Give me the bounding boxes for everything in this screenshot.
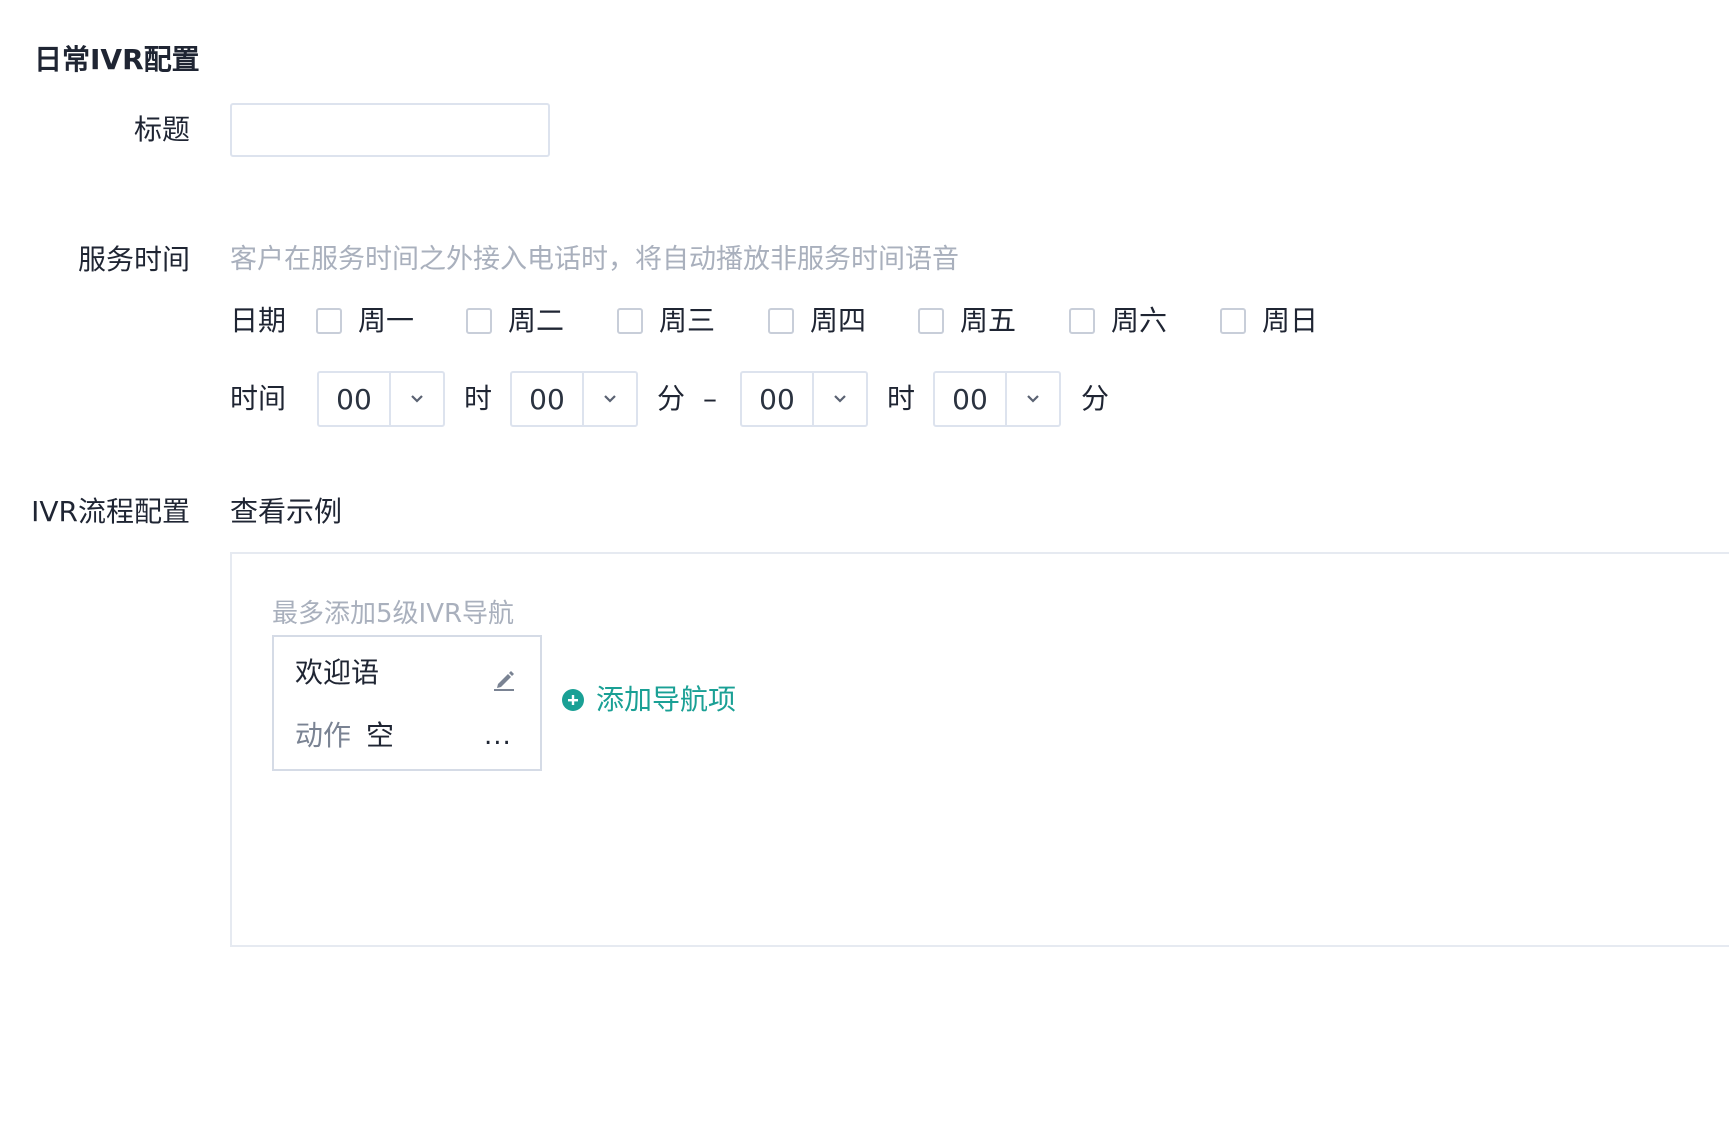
end-hour-select[interactable]: 00 xyxy=(740,371,868,427)
range-separator: – xyxy=(703,382,717,415)
service-time-hint: 客户在服务时间之外接入电话时，将自动播放非服务时间语音 xyxy=(230,244,959,275)
checkbox[interactable] xyxy=(768,308,794,334)
minute-unit: 分 xyxy=(657,382,686,415)
pencil-icon[interactable] xyxy=(490,665,518,693)
day-checkbox-sat[interactable]: 周六 xyxy=(1069,301,1167,341)
day-checkbox-fri[interactable]: 周五 xyxy=(918,301,1016,341)
section-title: 日常IVR配置 xyxy=(34,43,200,76)
view-example-link[interactable]: 查看示例 xyxy=(230,492,342,532)
chevron-down-icon[interactable] xyxy=(584,373,636,425)
checkbox[interactable] xyxy=(466,308,492,334)
day-label: 周一 xyxy=(358,304,415,337)
card-action-label: 动作 xyxy=(295,719,352,752)
checkbox[interactable] xyxy=(617,308,643,334)
plus-circle-icon xyxy=(562,689,584,711)
day-checkbox-sun[interactable]: 周日 xyxy=(1220,301,1318,341)
select-value: 00 xyxy=(935,373,1007,425)
end-minute-select[interactable]: 00 xyxy=(933,371,1061,427)
title-input[interactable] xyxy=(230,103,550,157)
day-label: 周日 xyxy=(1262,304,1319,337)
day-label: 周六 xyxy=(1111,304,1168,337)
minute-unit: 分 xyxy=(1081,382,1110,415)
card-title: 欢迎语 xyxy=(295,656,380,689)
day-checkbox-tue[interactable]: 周二 xyxy=(466,301,564,341)
checkbox[interactable] xyxy=(1220,308,1246,334)
ivr-nav-card[interactable]: 欢迎语 动作 空 ... xyxy=(272,635,542,771)
day-label: 周五 xyxy=(960,304,1017,337)
card-action-value: 空 xyxy=(366,719,395,752)
checkbox[interactable] xyxy=(1069,308,1095,334)
day-label: 周二 xyxy=(508,304,565,337)
time-label: 时间 xyxy=(230,382,287,415)
chevron-down-icon[interactable] xyxy=(814,373,866,425)
hour-unit: 时 xyxy=(464,382,493,415)
service-time-label: 服务时间 xyxy=(77,243,190,276)
hour-unit: 时 xyxy=(887,382,916,415)
add-nav-label: 添加导航项 xyxy=(596,683,737,716)
select-value: 00 xyxy=(742,373,814,425)
select-value: 00 xyxy=(512,373,584,425)
date-label: 日期 xyxy=(230,304,287,337)
checkbox[interactable] xyxy=(316,308,342,334)
select-value: 00 xyxy=(319,373,391,425)
day-label: 周三 xyxy=(659,304,716,337)
start-hour-select[interactable]: 00 xyxy=(317,371,445,427)
more-icon[interactable]: ... xyxy=(484,716,512,756)
chevron-down-icon[interactable] xyxy=(1007,373,1059,425)
day-checkbox-thu[interactable]: 周四 xyxy=(768,301,866,341)
ivr-flow-hint: 最多添加5级IVR导航 xyxy=(272,599,515,629)
title-label: 标题 xyxy=(133,113,190,146)
add-nav-button[interactable]: 添加导航项 xyxy=(562,680,736,720)
day-label: 周四 xyxy=(810,304,867,337)
start-minute-select[interactable]: 00 xyxy=(510,371,638,427)
day-checkbox-wed[interactable]: 周三 xyxy=(617,301,715,341)
day-checkbox-mon[interactable]: 周一 xyxy=(316,301,414,341)
chevron-down-icon[interactable] xyxy=(391,373,443,425)
checkbox[interactable] xyxy=(918,308,944,334)
ivr-flow-label: IVR流程配置 xyxy=(31,495,190,528)
